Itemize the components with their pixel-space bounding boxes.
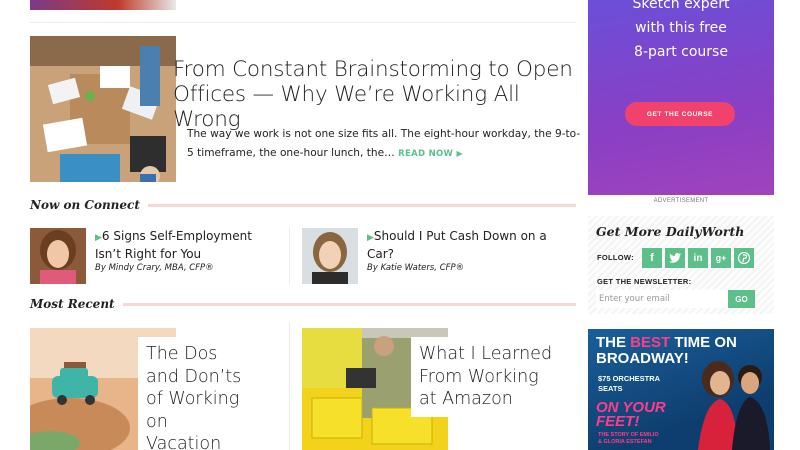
divider (30, 22, 576, 23)
follow-label: FOLLOW: (597, 253, 634, 262)
facebook-icon[interactable]: f (642, 248, 662, 268)
get-the-course-button[interactable]: GET THE COURSE (625, 102, 735, 126)
linkedin-icon[interactable]: in (688, 248, 708, 268)
ad-offer-line: SEATS (598, 384, 623, 393)
featured-article-image[interactable] (30, 36, 176, 182)
article-title[interactable]: What I Learned From Working at Amazon (411, 337, 561, 417)
ad-copy-line: with this free (635, 20, 727, 36)
ad-copy-line: 8-part course (634, 44, 728, 60)
author-avatar-mindy[interactable] (30, 228, 86, 284)
show-logo-line: FEET! (596, 413, 640, 430)
pinterest-icon[interactable] (734, 248, 754, 268)
connect-item-title-text[interactable]: 6 Signs Self-Employment Isn’t Right for … (95, 229, 252, 261)
connect-item-title-text[interactable]: Should I Put Cash Down on a Car? (367, 229, 547, 261)
show-subtitle-line: & GLORIA ESTEFAN (598, 439, 652, 445)
course-advertisement[interactable]: Sketch expert with this free 8-part cour… (588, 0, 774, 195)
play-triangle-icon: ▶ (367, 233, 374, 243)
author-avatar-katie[interactable] (302, 228, 358, 284)
section-heading-now-on-connect: Now on Connect (30, 198, 576, 214)
advertisement-label: ADVERTISEMENT (653, 198, 709, 204)
featured-article-title[interactable]: From Constant Brainstorming to Open Offi… (173, 57, 573, 132)
article-title[interactable]: The Dos and Don’ts of Working on Vacatio… (138, 337, 254, 450)
ad-offer-line: $75 ORCHESTRA (598, 374, 661, 383)
show-subtitle-line: THE STORY OF EMILIO (598, 432, 659, 438)
read-now-link[interactable]: READ NOW ▶ (398, 149, 463, 159)
show-logo: ON YOUR FEET! (596, 400, 666, 430)
ad-copy: Sketch expert with this free 8-part cour… (588, 0, 774, 64)
read-now-label[interactable]: READ NOW (398, 149, 453, 159)
previous-article-thumbnail[interactable] (30, 0, 176, 10)
twitter-icon[interactable] (665, 248, 685, 268)
show-subtitle: THE STORY OF EMILIO & GLORIA ESTEFAN (598, 432, 659, 446)
google-plus-icon[interactable]: g+ (711, 248, 731, 268)
featured-article-excerpt: The way we work is not one size fits all… (187, 125, 582, 164)
ad-offer: $75 ORCHESTRA SEATS (598, 374, 660, 394)
ad-headline-text: BROADWAY! (596, 350, 689, 367)
get-more-widget: Get More DailyWorth FOLLOW: f in g+ GET … (588, 216, 774, 314)
section-heading-label: Most Recent (30, 297, 123, 311)
divider (289, 322, 290, 450)
divider (289, 228, 290, 284)
connect-item-author: By Mindy Crary, MBA, CFP® (95, 263, 214, 273)
go-button[interactable]: GO (728, 290, 755, 308)
excerpt-text: The way we work is not one size fits all… (187, 128, 581, 159)
widget-title: Get More DailyWorth (596, 224, 745, 239)
ad-headline-text: TIME ON (670, 334, 737, 351)
connect-item-title[interactable]: ▶Should I Put Cash Down on a Car? (367, 228, 567, 262)
connect-item-title[interactable]: ▶6 Signs Self-Employment Isn’t Right for… (95, 228, 280, 262)
broadway-advertisement[interactable]: THE BEST TIME ON BROADWAY! $75 ORCHESTRA… (588, 329, 774, 450)
ad-copy-line: Sketch expert (632, 0, 730, 12)
email-field[interactable] (596, 290, 728, 308)
newsletter-label: GET THE NEWSLETTER: (597, 277, 692, 286)
play-triangle-icon: ▶ (95, 233, 102, 243)
section-heading-label: Now on Connect (30, 198, 148, 212)
section-heading-most-recent: Most Recent (30, 297, 576, 313)
connect-item-author: By Katie Waters, CFP® (367, 263, 465, 273)
ad-headline: THE BEST TIME ON BROADWAY! (596, 335, 737, 367)
ad-headline-highlight: BEST (630, 334, 671, 351)
play-triangle-icon: ▶ (456, 149, 463, 158)
ad-headline-text: THE (596, 334, 631, 351)
